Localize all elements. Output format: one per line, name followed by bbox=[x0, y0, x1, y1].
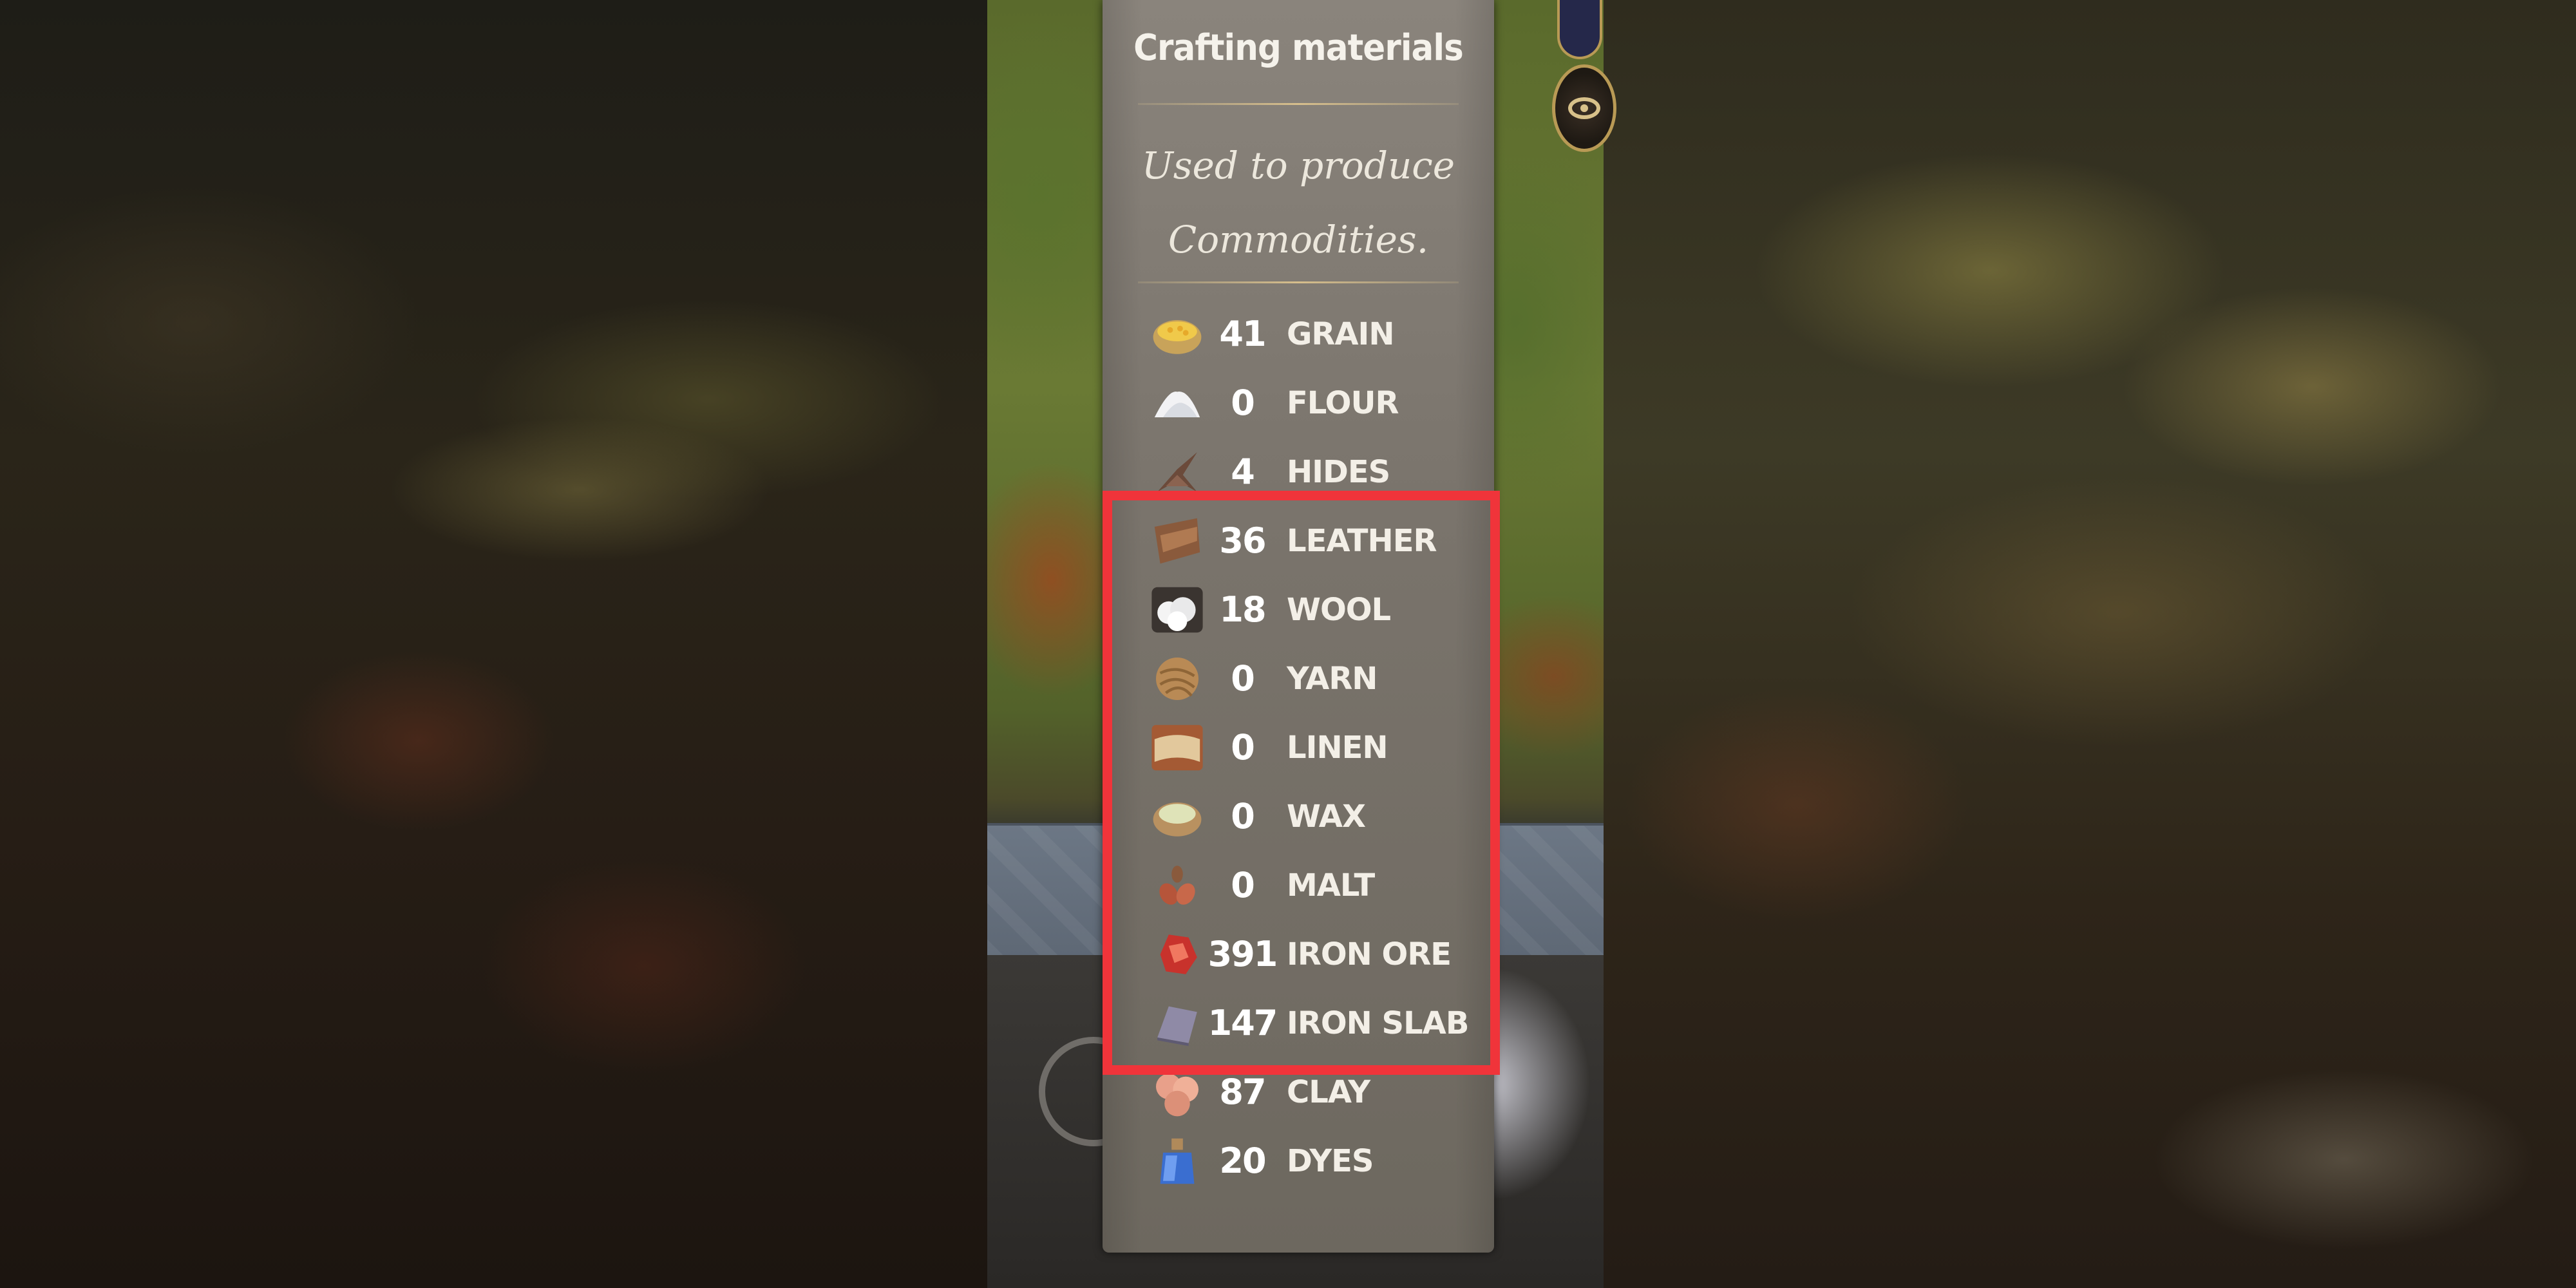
grain-bowl-icon bbox=[1148, 305, 1207, 364]
dyes-bottle-icon bbox=[1148, 1132, 1207, 1191]
blurred-background-left bbox=[0, 0, 987, 1288]
material-row-dyes: 20 DYES bbox=[1148, 1126, 1482, 1195]
tooltip-description: Used to produce Commodities. bbox=[1128, 129, 1468, 277]
flour-pile-icon bbox=[1148, 374, 1207, 433]
material-name: DYES bbox=[1287, 1142, 1374, 1179]
material-count: 4 bbox=[1231, 451, 1255, 492]
description-line-2: Commodities. bbox=[1168, 218, 1429, 261]
material-row-grain: 41 GRAIN bbox=[1148, 299, 1482, 368]
description-line-1: Used to produce bbox=[1141, 144, 1455, 187]
material-count: 87 bbox=[1219, 1072, 1266, 1112]
material-name: GRAIN bbox=[1287, 316, 1395, 352]
eye-icon bbox=[1568, 97, 1600, 119]
material-name: HIDES bbox=[1287, 453, 1390, 490]
material-row-flour: 0 FLOUR bbox=[1148, 368, 1482, 437]
description-divider bbox=[1138, 281, 1459, 283]
view-toggle-button[interactable] bbox=[1552, 64, 1616, 152]
material-name: CLAY bbox=[1287, 1074, 1370, 1110]
material-count: 20 bbox=[1219, 1141, 1266, 1181]
title-divider bbox=[1138, 103, 1459, 105]
material-count: 0 bbox=[1231, 383, 1255, 423]
material-count: 41 bbox=[1219, 314, 1266, 354]
banner-emblem bbox=[1557, 0, 1602, 59]
highlight-box bbox=[1103, 491, 1500, 1075]
material-name: FLOUR bbox=[1287, 384, 1399, 421]
blurred-background-right bbox=[1604, 0, 2576, 1288]
tooltip-title: Crafting materials bbox=[1133, 27, 1464, 69]
